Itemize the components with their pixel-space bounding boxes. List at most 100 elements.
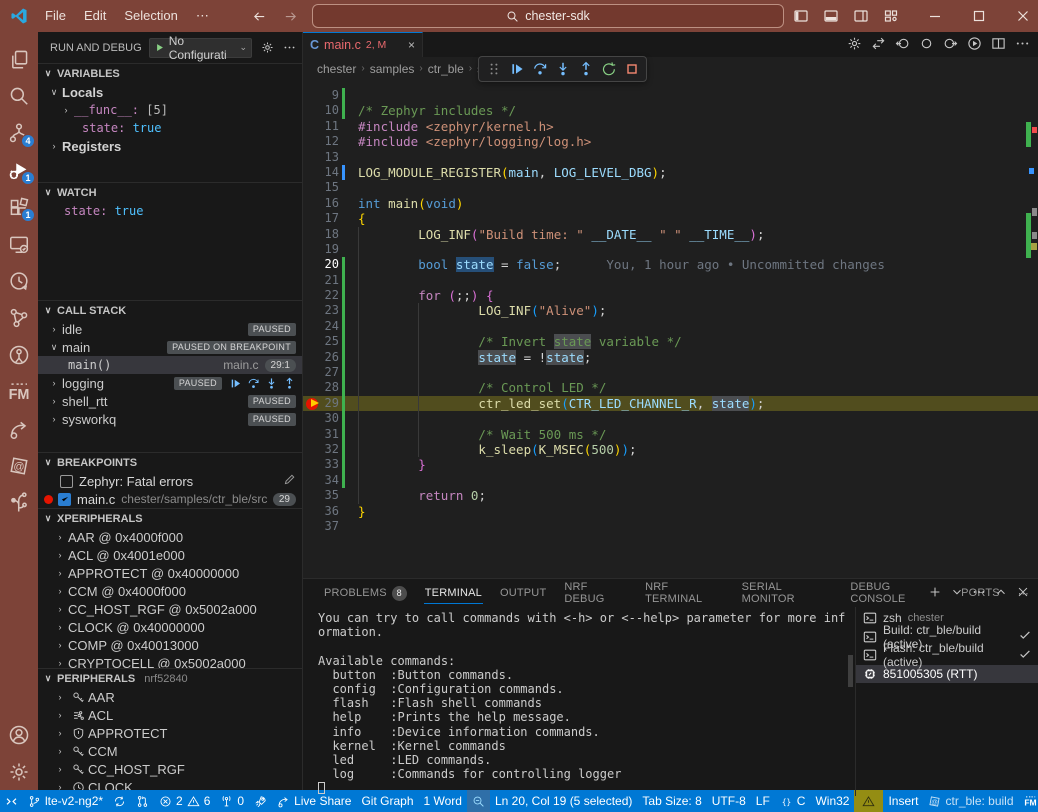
variable-row[interactable]: ∨Locals [38, 83, 302, 101]
code-line[interactable]: 23 LOG_INF("Alive"); [303, 303, 1038, 318]
panel-tab-terminal[interactable]: TERMINAL [416, 579, 491, 607]
panel-tab-nrf-terminal[interactable]: NRF TERMINAL [636, 579, 733, 607]
section-header[interactable]: ∨XPERIPHERALS [38, 509, 302, 528]
status-ports-forwarded[interactable]: 0 [215, 790, 249, 812]
maximize-icon[interactable] [964, 0, 994, 32]
chevron-right-icon[interactable]: › [52, 622, 68, 632]
gutter[interactable] [306, 135, 322, 148]
peripheral-row[interactable]: ›APPROTECT [38, 724, 302, 742]
gutter[interactable] [306, 381, 322, 394]
tab-main-c[interactable]: C main.c 2, M × [303, 32, 423, 57]
gutter[interactable] [306, 458, 322, 471]
code-line[interactable]: 29 ctr_led_set(CTR_LED_CHANNEL_R, state)… [303, 396, 1038, 411]
code-line[interactable]: 31 /* Wait 500 ms */ [303, 427, 1038, 442]
activity-extensions[interactable]: 1 [0, 188, 38, 225]
panel-tab-nrf-debug[interactable]: NRF DEBUG [555, 579, 636, 607]
watch-row[interactable]: state: true [38, 202, 302, 220]
status-sync[interactable] [108, 790, 131, 812]
code-line[interactable]: 12#include <zephyr/logging/log.h> [303, 134, 1038, 149]
command-center-search[interactable]: chester-sdk [312, 4, 784, 28]
activity-git-graph[interactable] [0, 299, 38, 336]
chevron-right-icon[interactable]: › [52, 692, 68, 702]
editor-action-more[interactable] [1015, 36, 1030, 54]
code-line[interactable]: 21 [303, 273, 1038, 288]
tab-close-icon[interactable]: × [408, 38, 415, 52]
customize-layout-icon[interactable] [876, 0, 906, 32]
code-line[interactable]: 10/* Zephyr includes */ [303, 103, 1038, 118]
panel-tab-serial-monitor[interactable]: SERIAL MONITOR [733, 579, 842, 607]
activity-history[interactable] [0, 262, 38, 299]
code-line[interactable]: 19 [303, 242, 1038, 257]
grip-button[interactable] [483, 58, 504, 80]
chevron-right-icon[interactable]: › [58, 105, 74, 115]
code-line[interactable]: 36} [303, 504, 1038, 519]
code-line[interactable]: 34 [303, 473, 1038, 488]
chevron-right-icon[interactable]: › [52, 640, 68, 650]
code-line[interactable]: 27 [303, 365, 1038, 380]
chevron-right-icon[interactable]: › [46, 378, 62, 388]
breakpoint-row[interactable]: Zephyr: Fatal errors [38, 472, 302, 490]
code-line[interactable]: 33 } [303, 457, 1038, 472]
code-line[interactable]: 24 [303, 319, 1038, 334]
debug-step-out-button[interactable] [575, 58, 596, 80]
panel-action-chevron-down[interactable] [950, 585, 964, 602]
activity-search[interactable] [0, 77, 38, 114]
gutter[interactable] [306, 443, 322, 456]
code-line[interactable]: 17{ [303, 211, 1038, 226]
breakpoint-row[interactable]: main.cchester/samples/ctr_ble/src29 [38, 490, 302, 508]
code-line[interactable]: 37 [303, 519, 1038, 534]
code-line[interactable]: 13 [303, 150, 1038, 165]
peripheral-row[interactable]: ›AAR [38, 688, 302, 706]
xperipheral-row[interactable]: ›COMP @ 0x40013000 [38, 636, 302, 654]
gutter[interactable] [306, 258, 322, 271]
activity-devicetree[interactable] [0, 484, 38, 521]
panel-action-add[interactable] [928, 585, 942, 602]
status-git-branch[interactable]: lte-v2-ng2* [23, 790, 108, 812]
stack-frame-row[interactable]: main()main.c29:1 [38, 356, 302, 374]
peripheral-row[interactable]: ›CC_HOST_RGF [38, 760, 302, 778]
activity-live-share[interactable] [0, 410, 38, 447]
xperipheral-row[interactable]: ›APPROTECT @ 0x40000000 [38, 564, 302, 582]
thread-row[interactable]: ›sysworkqPAUSED [38, 410, 302, 428]
chevron-right-icon[interactable]: › [52, 728, 68, 738]
editor-action-run-circle[interactable] [967, 36, 982, 54]
debug-config-dropdown[interactable]: No Configurati ⌄ [149, 38, 252, 58]
menu-selection[interactable]: Selection [115, 0, 186, 32]
xperipheral-row[interactable]: ›AAR @ 0x4000f000 [38, 528, 302, 546]
xperipheral-row[interactable]: ›CLOCK @ 0x40000000 [38, 618, 302, 636]
code-line[interactable]: 32 k_sleep(K_MSEC(500)); [303, 442, 1038, 457]
terminal-scrollbar[interactable] [848, 655, 853, 687]
peripheral-row[interactable]: ›ACL [38, 706, 302, 724]
editor-action-circle-back[interactable] [895, 36, 910, 54]
terminal-output[interactable]: You can try to call commands with <-h> o… [303, 607, 855, 796]
close-window-icon[interactable] [1008, 0, 1038, 32]
toggle-panel-icon[interactable] [816, 0, 846, 32]
thread-row[interactable]: ›idlePAUSED [38, 320, 302, 338]
section-header[interactable]: ∨VARIABLES [38, 64, 302, 83]
chevron-right-icon[interactable]: › [52, 604, 68, 614]
toggle-sidebar-icon[interactable] [786, 0, 816, 32]
code-line[interactable]: 9 [303, 88, 1038, 103]
editor-action-compare-changes[interactable] [871, 36, 886, 54]
activity-nrf-connect[interactable] [0, 336, 38, 373]
editor-action-split-editor[interactable] [991, 36, 1006, 54]
thread-row[interactable]: ∨mainPAUSED ON BREAKPOINT [38, 338, 302, 356]
gutter[interactable] [306, 505, 322, 518]
gutter[interactable] [306, 335, 322, 348]
gutter[interactable] [306, 181, 322, 194]
gutter[interactable] [306, 151, 322, 164]
section-header[interactable]: ∨PERIPHERALSnrf52840 [38, 669, 302, 688]
variable-row[interactable]: ›__func__: [5] [38, 101, 302, 119]
gutter[interactable] [306, 212, 322, 225]
nav-back-icon[interactable] [252, 9, 267, 24]
gutter[interactable] [306, 412, 322, 425]
activity-explorer[interactable] [0, 40, 38, 77]
section-header[interactable]: ∨BREAKPOINTS [38, 453, 302, 472]
terminal-list-item[interactable]: Flash: ctr_ble/build (active) [856, 646, 1038, 665]
debug-settings-gear-icon[interactable] [261, 41, 274, 54]
chevron-right-icon[interactable]: › [52, 568, 68, 578]
breadcrumb[interactable]: chester›samples›ctr_ble›src [303, 57, 1038, 80]
peripheral-row[interactable]: ›CCM [38, 742, 302, 760]
terminal-prompt[interactable] [318, 781, 855, 795]
status-launch[interactable] [249, 790, 272, 812]
